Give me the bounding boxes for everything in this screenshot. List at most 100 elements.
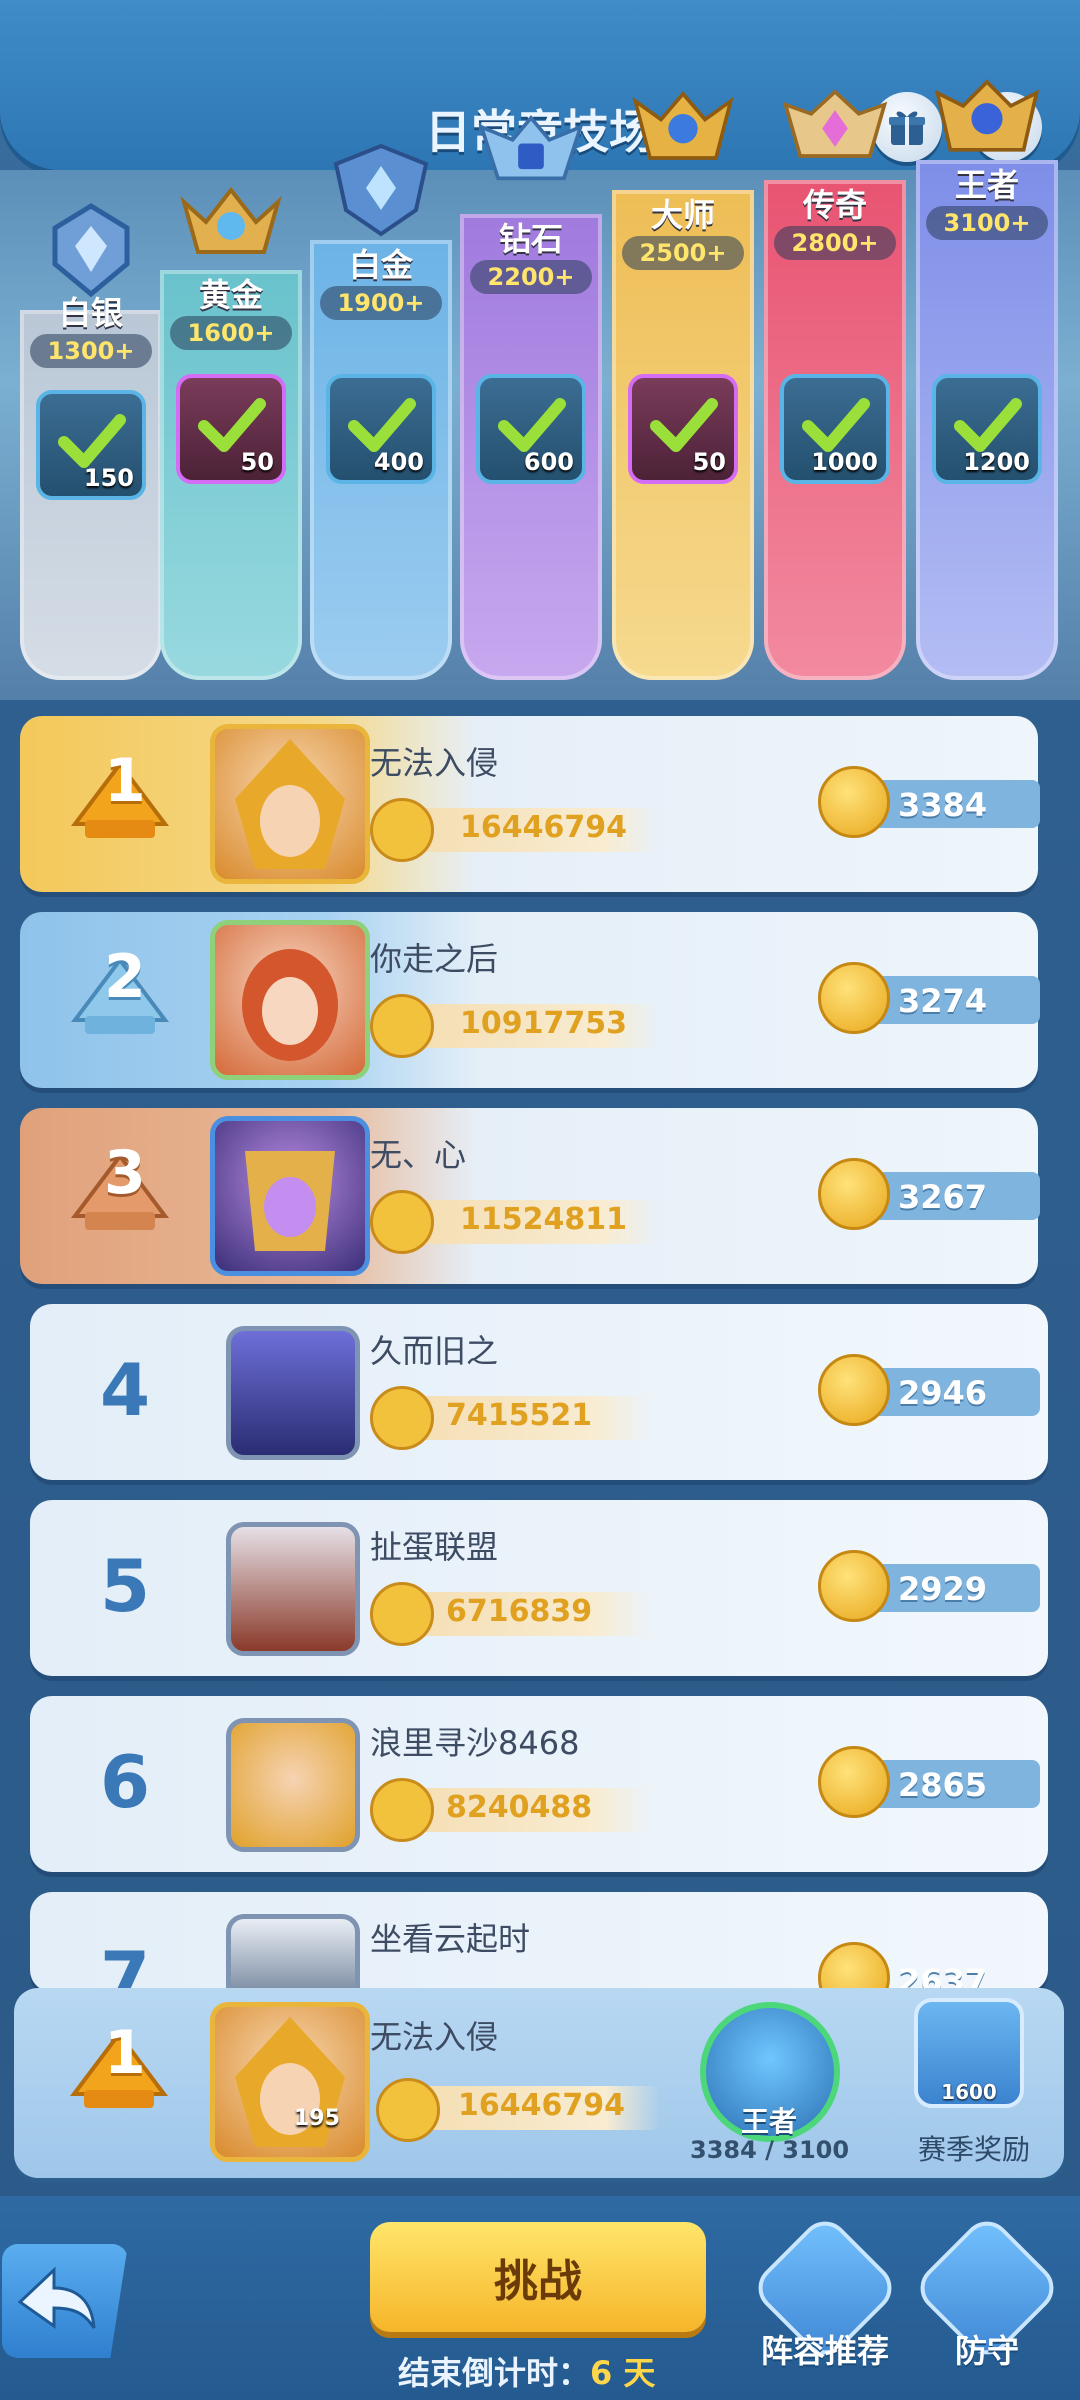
fist-power-icon — [370, 1190, 434, 1254]
player-avatar[interactable] — [210, 1116, 370, 1276]
hero-portrait-icon — [242, 949, 338, 1061]
tier-name: 钻石 — [498, 220, 563, 258]
rank-number: 4 — [100, 1348, 151, 1432]
diamond-emblem-icon — [476, 110, 586, 210]
reward-count: 50 — [692, 448, 726, 476]
fist-power-icon — [376, 2078, 440, 2142]
countdown-label: 结束倒计时： — [398, 2354, 591, 2392]
tier-reward-box[interactable]: 600 — [476, 374, 586, 484]
tier-gold[interactable]: 黄金 1600+ 50 — [160, 186, 302, 680]
player-avatar[interactable] — [210, 920, 370, 1080]
tier-reward-box[interactable]: 400 — [326, 374, 436, 484]
reward-count: 400 — [373, 448, 424, 476]
bottom-bar: 挑战 结束倒计时：6 天 阵容推荐 防守 — [0, 2196, 1080, 2400]
player-power: 7415521 — [446, 1398, 593, 1433]
master-emblem-icon — [628, 86, 738, 186]
tier-points: 1600+ — [170, 316, 292, 350]
ranking-row-1[interactable]: 1 无法入侵 16446794 3384 — [20, 716, 1040, 892]
tier-reward-box[interactable]: 50 — [176, 374, 286, 484]
player-power: 6716839 — [446, 1594, 593, 1629]
my-avatar[interactable] — [210, 2002, 370, 2162]
tier-name: 黄金 — [198, 276, 263, 314]
back-button[interactable] — [2, 2244, 128, 2358]
hero-portrait-icon — [235, 739, 345, 869]
lineup-recommend-button[interactable]: 阵容推荐 — [748, 2211, 902, 2370]
season-reward-label: 赛季奖励 — [917, 2133, 1030, 2166]
tier-name: 大师 — [650, 196, 715, 234]
tier-points: 2500+ — [622, 236, 744, 270]
tier-name: 白银 — [58, 294, 123, 332]
player-power: 8240488 — [446, 1790, 593, 1825]
tier-points: 3100+ — [926, 206, 1048, 240]
countdown-days: 6 天 — [590, 2354, 656, 2392]
player-name: 无法入侵 — [370, 744, 499, 782]
ranking-row-7[interactable]: 7 坐看云起时 2637 — [30, 1892, 1048, 2048]
player-power: 16446794 — [460, 810, 627, 845]
tier-diamond[interactable]: 钻石 2200+ 600 — [460, 114, 602, 680]
player-avatar[interactable] — [226, 1326, 360, 1460]
player-name: 坐看云起时 — [370, 1920, 531, 1958]
player-name: 你走之后 — [370, 940, 499, 978]
tier-rewards-strip: 白银 1300+ 150 黄金 1600+ 50 白金 1900+ 400 钻石… — [0, 79, 1080, 700]
player-avatar[interactable] — [226, 1522, 360, 1656]
tier-name: 王者 — [954, 166, 1019, 204]
season-countdown: 结束倒计时：6 天 — [398, 2348, 655, 2394]
reward-count: 600 — [523, 448, 574, 476]
crossed-swords-icon — [818, 766, 890, 838]
my-tier-progress: 3384 / 3100 — [690, 2136, 850, 2164]
player-power: 10917753 — [460, 1006, 627, 1041]
rank-number: 3 — [104, 1138, 146, 1208]
platinum-emblem-icon — [326, 140, 436, 240]
my-level: 195 — [294, 2106, 340, 2131]
player-score: 3274 — [898, 982, 988, 1020]
hero-portrait-icon — [235, 2017, 345, 2147]
rank-number: 5 — [100, 1544, 151, 1628]
crossed-swords-icon — [818, 1746, 890, 1818]
ranking-row-5[interactable]: 5 扯蛋联盟 6716839 2929 — [30, 1500, 1048, 1676]
tier-reward-box[interactable]: 50 — [628, 374, 738, 484]
tier-points: 2200+ — [470, 260, 592, 294]
tier-reward-box[interactable]: 1200 — [932, 374, 1042, 484]
rank-number: 2 — [104, 942, 146, 1012]
tier-platinum[interactable]: 白金 1900+ 400 — [310, 143, 452, 680]
reward-count: 1000 — [811, 448, 878, 476]
player-score: 3384 — [898, 786, 988, 824]
silver-emblem-icon — [36, 200, 146, 300]
player-name: 久而旧之 — [370, 1332, 499, 1370]
reward-count: 50 — [240, 448, 274, 476]
crossed-swords-icon — [818, 1158, 890, 1230]
tier-points: 2800+ — [774, 226, 896, 260]
ranking-row-4[interactable]: 4 久而旧之 7415521 2946 — [30, 1304, 1048, 1480]
player-avatar[interactable] — [210, 724, 370, 884]
player-power: 11524811 — [460, 1202, 627, 1237]
tier-reward-box[interactable]: 1000 — [780, 374, 890, 484]
ranking-row-6[interactable]: 6 浪里寻沙8468 8240488 2865 — [30, 1696, 1048, 1872]
rank-number: 1 — [104, 746, 146, 816]
tier-name: 白金 — [348, 246, 413, 284]
fist-power-icon — [370, 1778, 434, 1842]
my-rank-panel: 1 195 无法入侵 16446794 王者 3384 / 3100 1600 … — [14, 1988, 1064, 2178]
my-name: 无法入侵 — [370, 2018, 499, 2056]
defense-button[interactable]: 防守 — [910, 2211, 1064, 2370]
ranking-row-2[interactable]: 2 你走之后 10917753 3274 — [20, 912, 1040, 1088]
hero-portrait-icon — [245, 1151, 335, 1251]
lineup-recommend-label: 阵容推荐 — [760, 2332, 889, 2370]
rank-number: 6 — [100, 1740, 151, 1824]
tier-points: 1900+ — [320, 286, 442, 320]
fist-power-icon — [370, 994, 434, 1058]
tier-legend[interactable]: 传奇 2800+ 1000 — [764, 89, 906, 680]
player-avatar[interactable] — [226, 1718, 360, 1852]
crossed-swords-icon — [818, 1354, 890, 1426]
player-score: 2865 — [898, 1766, 988, 1804]
tier-king[interactable]: 王者 3100+ 1200 — [916, 79, 1058, 680]
back-arrow-icon — [17, 2266, 96, 2329]
tier-master[interactable]: 大师 2500+ 50 — [612, 91, 754, 680]
fist-power-icon — [370, 1386, 434, 1450]
tier-silver[interactable]: 白银 1300+ 150 — [20, 203, 162, 680]
my-rank-number: 1 — [104, 2018, 146, 2088]
ranking-row-3[interactable]: 3 无、心 11524811 3267 — [20, 1108, 1040, 1284]
challenge-button[interactable]: 挑战 — [370, 2222, 706, 2332]
player-name: 扯蛋联盟 — [370, 1528, 499, 1566]
gold-emblem-icon — [176, 180, 286, 280]
tier-reward-box[interactable]: 150 — [36, 390, 146, 500]
